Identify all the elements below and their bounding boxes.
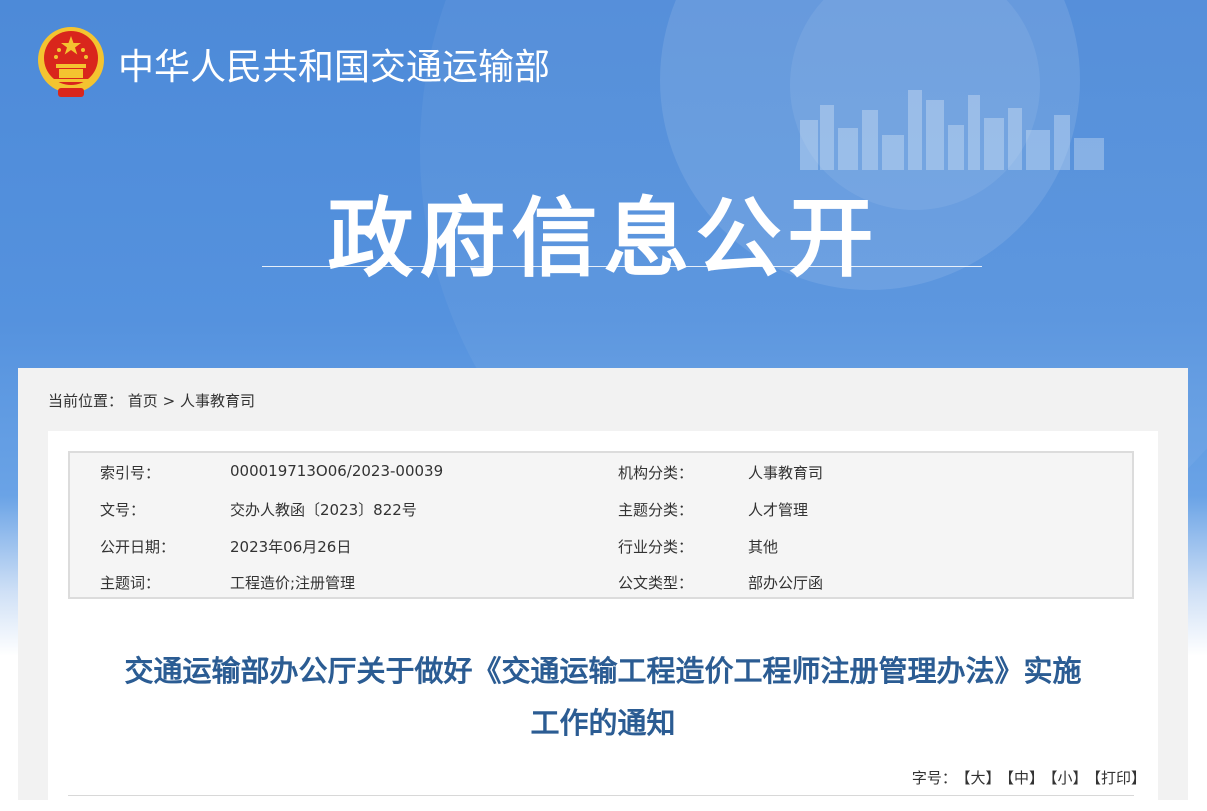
font-size-label: 字号： [911,769,957,787]
metadata-row: 文号： 交办人教函〔2023〕822号 主题分类： 人才管理 [70,490,1132,526]
metadata-row: 主题词： 工程造价;注册管理 公文类型： 部办公厅函 [70,563,1132,599]
breadcrumb-prefix: 当前位置： [48,392,124,410]
metadata-row: 公开日期： 2023年06月26日 行业分类： 其他 [70,527,1132,563]
section-title: 政府信息公开 [327,189,880,289]
meta-value: 其他 [748,538,779,556]
ministry-name[interactable]: 中华人民共和国交通运输部 [118,38,550,90]
meta-value: 000019713O06/2023-00039 [230,462,444,480]
print-button[interactable]: 【打印】 [1093,769,1146,787]
meta-label: 主题分类： [618,501,694,519]
meta-value: 2023年06月26日 [230,538,352,556]
meta-value: 工程造价;注册管理 [230,574,356,592]
meta-value: 交办人教函〔2023〕822号 [230,501,417,519]
meta-value: 人事教育司 [748,464,824,482]
meta-label: 公开日期： [100,538,176,556]
metadata-row: 索引号： 000019713O06/2023-00039 机构分类： 人事教育司 [70,453,1132,489]
document-title-line: 工作的通知 [530,706,676,740]
meta-label: 主题词： [100,574,161,592]
divider [68,795,1134,796]
meta-value: 人才管理 [748,501,809,519]
title-underline [262,266,982,267]
meta-value: 部办公厅函 [748,574,824,592]
breadcrumb: 当前位置： 首页 > 人事教育司 [48,390,255,411]
document-card: 索引号： 000019713O06/2023-00039 机构分类： 人事教育司… [48,431,1158,811]
document-metadata-table: 索引号： 000019713O06/2023-00039 机构分类： 人事教育司… [68,451,1134,599]
breadcrumb-home-link[interactable]: 首页 [128,392,158,410]
meta-label: 行业分类： [618,538,694,556]
meta-label: 机构分类： [618,464,694,482]
font-size-large-button[interactable]: 【大】 [963,769,1001,787]
font-size-small-button[interactable]: 【小】 [1050,769,1088,787]
breadcrumb-separator: > [162,392,176,410]
font-size-controls: 字号： 【大】 【中】 【小】 【打印】 [912,767,1146,788]
document-title: 交通运输部办公厅关于做好《交通运输工程造价工程师注册管理办法》实施 工作的通知 [48,645,1158,749]
meta-label: 索引号： [100,464,161,482]
breadcrumb-current-link[interactable]: 人事教育司 [180,392,255,410]
meta-label: 文号： [100,501,146,519]
city-skyline-icon [800,90,1104,170]
meta-label: 公文类型： [618,574,694,592]
national-emblem-icon [38,27,104,97]
content-panel: 当前位置： 首页 > 人事教育司 索引号： 000019713O06/2023-… [18,368,1188,811]
document-title-line: 交通运输部办公厅关于做好《交通运输工程造价工程师注册管理办法》实施 [124,654,1082,688]
font-size-medium-button[interactable]: 【中】 [1006,769,1044,787]
